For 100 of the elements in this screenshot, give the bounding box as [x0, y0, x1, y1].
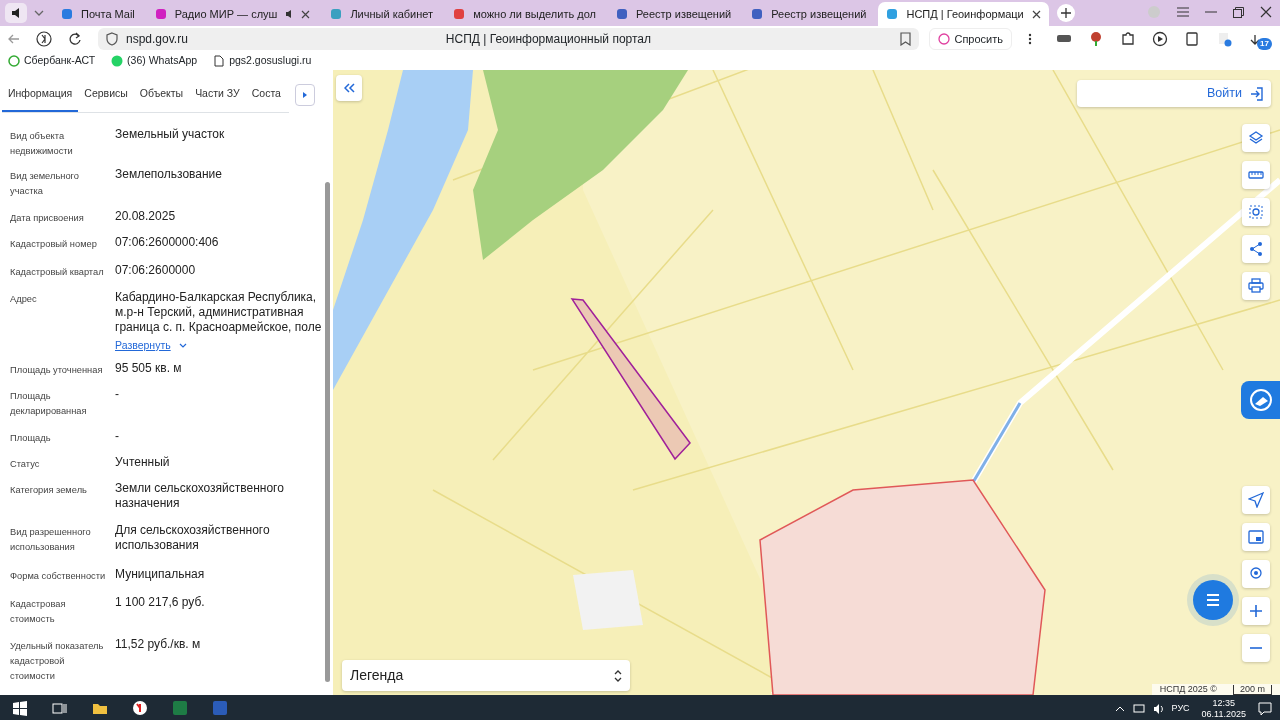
site-icon: [886, 8, 899, 20]
site-icon: [154, 8, 167, 20]
bookmark-icon[interactable]: [900, 32, 912, 46]
restore-icon[interactable]: [1233, 6, 1244, 18]
caret-right-icon: [303, 92, 308, 98]
chevron-down-icon: [34, 10, 44, 16]
print-button[interactable]: [1242, 272, 1270, 300]
picture-in-picture-button[interactable]: [1242, 523, 1270, 551]
side-feedback-button[interactable]: [1241, 381, 1280, 419]
browser-tab[interactable]: Реестр извещений: [743, 2, 875, 26]
collapse-panel-button[interactable]: [336, 75, 362, 101]
zoom-in-icon: [1248, 603, 1264, 619]
location-search-button[interactable]: [1242, 560, 1270, 588]
field-value: 11,52 руб./кв. м: [115, 636, 202, 652]
navigation-icon: [1248, 492, 1264, 508]
panel-tab[interactable]: Объекты: [133, 78, 190, 112]
sort-icon: [614, 669, 622, 682]
menu-icon[interactable]: [1177, 7, 1189, 17]
navigation-button[interactable]: [1242, 486, 1270, 514]
field-value: 07:06:2600000:406: [115, 234, 220, 250]
windows-icon[interactable]: [12, 701, 28, 717]
field-label: Вид разрешенного использования: [10, 525, 92, 554]
chevron-up-icon[interactable]: [1114, 705, 1125, 713]
bookmark-link[interactable]: Сбербанк-АСТ: [8, 52, 96, 69]
browser-tab[interactable]: можно ли выделить дол: [445, 2, 604, 26]
field-value: Для сельскохозяйственного использования: [115, 522, 271, 553]
menu-icon: [1204, 591, 1222, 609]
double-chevron-left-icon: [343, 83, 355, 93]
map-scale: 200 m: [1233, 684, 1272, 695]
field-label: Площадь: [10, 431, 52, 445]
notifications-icon[interactable]: [1258, 702, 1272, 716]
field-label: Вид объекта недвижимости: [10, 129, 74, 158]
field-value: Земли сельскохозяйственного назначения: [115, 480, 285, 511]
new-tab-button[interactable]: [1056, 4, 1075, 22]
downloads-button[interactable]: 17: [1248, 28, 1272, 50]
site-icon: [615, 8, 628, 20]
site-icon: [751, 8, 764, 20]
more-icon[interactable]: [1028, 33, 1032, 45]
panel-tab[interactable]: Части ЗУ: [189, 78, 246, 112]
close-icon[interactable]: [301, 9, 311, 19]
legend-dropdown[interactable]: Легенда: [342, 660, 630, 691]
field-label: Кадастровая стоимость: [10, 597, 67, 626]
scroll-tabs-button[interactable]: [295, 84, 316, 106]
expand-link[interactable]: Развернуть: [115, 337, 187, 353]
count-badge: 17: [1257, 38, 1272, 50]
clock-time: 12:35: [1212, 698, 1236, 709]
share-button[interactable]: [1242, 235, 1270, 263]
share-icon: [1248, 241, 1264, 257]
close-icon[interactable]: [1031, 9, 1041, 19]
plus-icon: [1060, 8, 1071, 18]
field-label: Кадастровый квартал: [10, 265, 105, 279]
audio-button[interactable]: [5, 3, 27, 23]
bookmark-link[interactable]: pgs2.gosuslugi.ru: [213, 52, 312, 69]
site-icon: [453, 8, 466, 20]
select-area-icon: [1248, 204, 1264, 220]
panel-tab[interactable]: Соста: [245, 78, 287, 112]
language-indicator[interactable]: РУС: [1171, 702, 1190, 716]
panel-tab[interactable]: Информация: [2, 78, 79, 112]
field-value: -: [115, 428, 120, 444]
address-bar[interactable]: nspd.gov.ru НСПД | Геоинформационный портал: [98, 28, 920, 50]
zoom-out-button[interactable]: [1242, 634, 1270, 662]
browser-tab[interactable]: Реестр извещений: [607, 2, 740, 26]
site-icon: [330, 8, 343, 20]
ask-button[interactable]: Спросить: [929, 28, 1012, 50]
scrollbar-thumb[interactable]: [324, 182, 330, 682]
layers-button[interactable]: [1242, 124, 1270, 152]
field-value: 20.08.2025: [115, 208, 177, 224]
attribution-text: НСПД 2025 ©: [1159, 682, 1217, 695]
field-value: 95 505 кв. м: [115, 360, 183, 376]
browser-icon[interactable]: [132, 700, 148, 716]
field-label: Площадь декларированная: [10, 389, 88, 418]
browser-tab[interactable]: Почта Mail: [53, 2, 143, 26]
field-value: 1 100 217,6 руб.: [115, 594, 206, 610]
print-icon: [1248, 278, 1264, 294]
volume-icon[interactable]: [1152, 703, 1164, 715]
field-label: Кадастровый номер: [10, 237, 98, 251]
field-label: Форма собственности: [10, 569, 107, 583]
field-label: Вид земельного участка: [10, 169, 80, 198]
browser-tab[interactable]: Личный кабинет: [322, 2, 442, 26]
panel-tab[interactable]: Сервисы: [78, 78, 134, 112]
shield-icon: [106, 32, 118, 46]
browser-tab[interactable]: НСПД | Геоинформаци: [878, 2, 1049, 26]
login-button[interactable]: Войти: [1077, 80, 1271, 107]
reload-icon[interactable]: [68, 32, 82, 46]
task-view-icon[interactable]: [52, 701, 68, 717]
bookmark-link[interactable]: (36) WhatsApp: [111, 52, 198, 69]
browser-tab[interactable]: Радио МИР — слуш: [146, 2, 319, 26]
field-value: Землепользование: [115, 166, 223, 182]
field-value: Земельный участок: [115, 126, 226, 142]
flower-icon[interactable]: [1088, 31, 1104, 47]
zoom-in-button[interactable]: [1242, 597, 1270, 625]
back-icon[interactable]: [8, 33, 20, 45]
field-label: Удельный показатель кадастровой стоимости: [10, 639, 105, 683]
close-icon[interactable]: [1260, 6, 1272, 18]
field-label: Площадь уточненная: [10, 363, 104, 377]
ruler-button[interactable]: [1242, 161, 1270, 189]
select-area-button[interactable]: [1242, 198, 1270, 226]
field-label: Статус: [10, 457, 41, 471]
play-icon[interactable]: [1152, 31, 1168, 47]
field-label: Адрес: [10, 292, 38, 306]
